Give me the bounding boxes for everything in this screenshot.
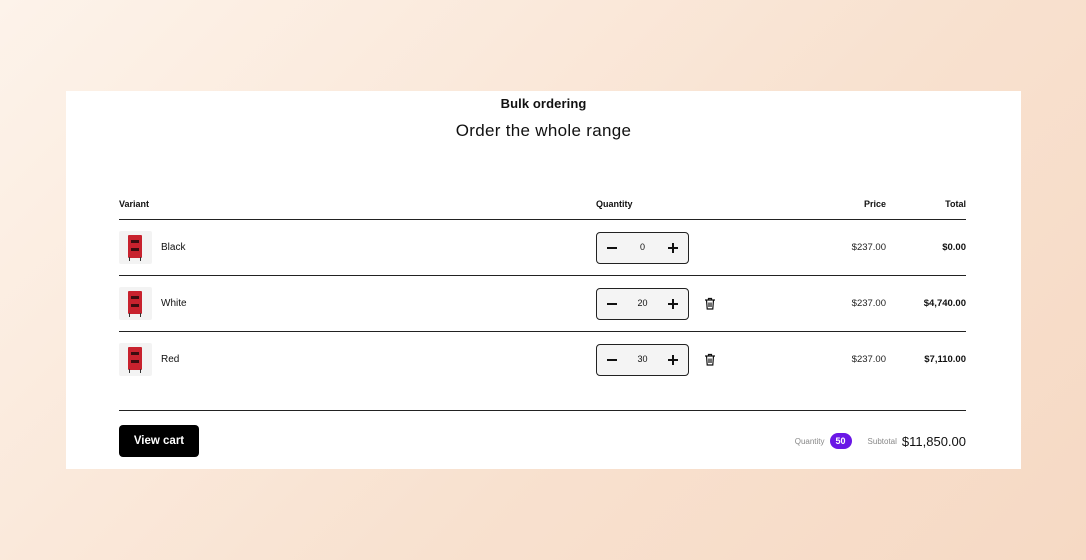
- quantity-stepper: 0: [596, 232, 689, 264]
- table-row: White 20 $237.00 $4,740.00: [119, 276, 966, 332]
- minus-icon[interactable]: [597, 345, 627, 375]
- minus-icon[interactable]: [597, 233, 627, 263]
- product-thumbnail: [119, 287, 152, 320]
- table-header: Variant Quantity Price Total: [119, 199, 966, 220]
- quantity-input[interactable]: 0: [627, 242, 658, 252]
- product-thumbnail: [119, 231, 152, 264]
- view-cart-button[interactable]: View cart: [119, 425, 199, 457]
- line-total: $4,740.00: [923, 298, 966, 309]
- table-row: Red 30 $237.00 $7,110.00: [119, 332, 966, 387]
- header-quantity: Quantity: [596, 199, 633, 209]
- unit-price: $237.00: [851, 298, 886, 309]
- variant-name: White: [161, 298, 187, 309]
- plus-icon[interactable]: [658, 233, 688, 263]
- minus-icon[interactable]: [597, 289, 627, 319]
- header-variant: Variant: [119, 199, 150, 209]
- quantity-stepper: 30: [596, 344, 689, 376]
- quantity-input[interactable]: 20: [627, 298, 658, 308]
- section-title: Order the whole range: [455, 121, 632, 140]
- plus-icon[interactable]: [658, 345, 688, 375]
- quantity-label: Quantity: [794, 436, 825, 446]
- variant-table: Variant Quantity Price Total Black 0 $23…: [119, 199, 966, 387]
- product-thumbnail: [119, 343, 152, 376]
- subtotal-value: $11,850.00: [901, 433, 966, 449]
- footer-divider: [119, 410, 966, 411]
- quantity-badge: 50: [829, 433, 852, 449]
- subtotal-label: Subtotal: [867, 436, 897, 446]
- section-eyebrow: Bulk ordering: [500, 96, 587, 111]
- header-price: Price: [863, 199, 886, 209]
- plus-icon[interactable]: [658, 289, 688, 319]
- bulk-order-panel: Bulk ordering Order the whole range Vari…: [66, 91, 1021, 469]
- order-summary: Quantity 50 Subtotal $11,850.00: [795, 432, 966, 450]
- quantity-stepper: 20: [596, 288, 689, 320]
- unit-price: $237.00: [851, 242, 886, 253]
- trash-icon[interactable]: [704, 297, 716, 310]
- line-total: $7,110.00: [924, 354, 966, 365]
- variant-name: Black: [161, 242, 186, 253]
- line-total: $0.00: [942, 242, 966, 253]
- trash-icon[interactable]: [704, 353, 716, 366]
- table-row: Black 0 $237.00 $0.00: [119, 220, 966, 276]
- variant-name: Red: [161, 354, 180, 365]
- unit-price: $237.00: [851, 354, 886, 365]
- header-total: Total: [945, 199, 966, 209]
- quantity-input[interactable]: 30: [627, 354, 658, 364]
